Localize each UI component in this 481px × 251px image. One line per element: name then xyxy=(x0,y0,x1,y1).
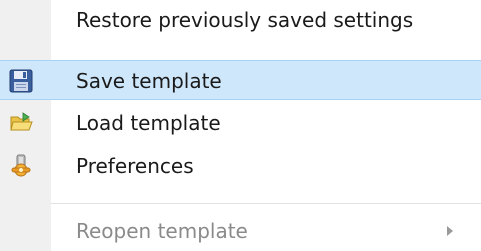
context-menu: Restore previously saved settings Save t… xyxy=(0,0,481,251)
floppy-disk-icon xyxy=(9,69,33,93)
menu-item-label: Save template xyxy=(76,69,222,93)
menu-item-save-template[interactable]: Save template xyxy=(0,60,481,100)
menu-item-label: Reopen template xyxy=(76,219,248,243)
menu-item-label: Restore previously saved settings xyxy=(76,8,414,32)
open-folder-icon xyxy=(9,111,33,135)
menu-item-load-template[interactable]: Load template xyxy=(0,103,481,143)
menu-item-preferences[interactable]: Preferences xyxy=(0,146,481,186)
menu-separator xyxy=(51,203,481,204)
preferences-icon xyxy=(9,154,33,178)
menu-item-reopen-template[interactable]: Reopen template xyxy=(0,211,481,251)
menu-item-restore-settings[interactable]: Restore previously saved settings xyxy=(0,0,481,40)
menu-item-label: Preferences xyxy=(76,154,194,178)
menu-item-label: Load template xyxy=(76,111,221,135)
submenu-arrow-icon xyxy=(447,226,453,236)
